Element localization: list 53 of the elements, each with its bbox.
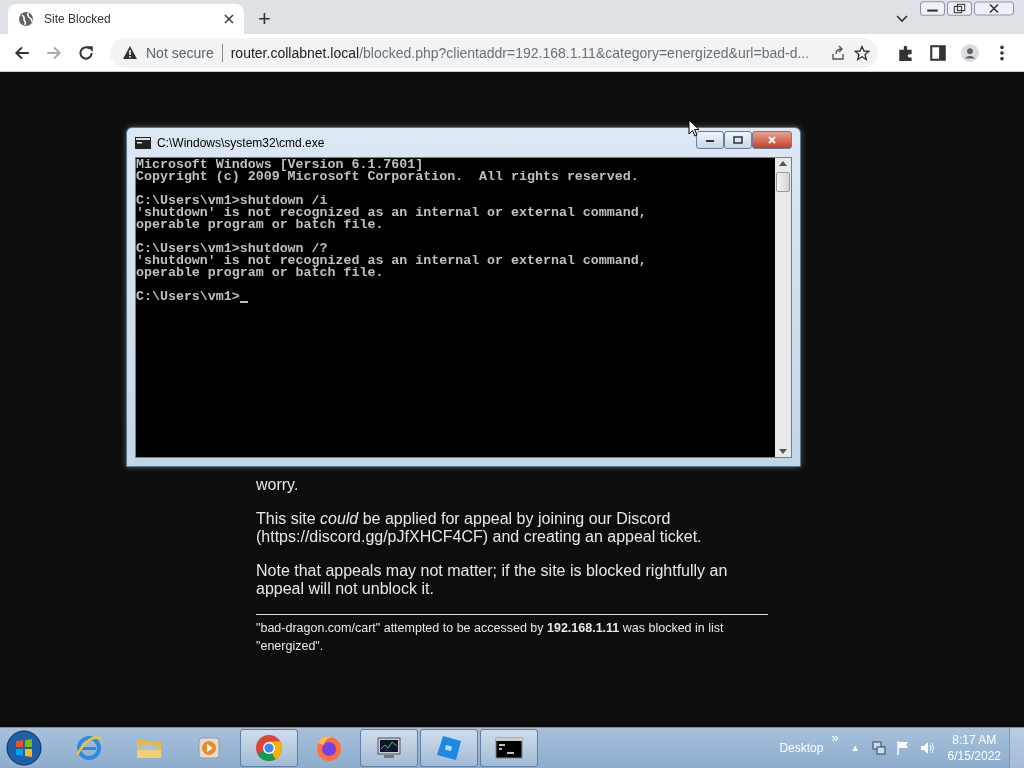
clock[interactable]: 8:17 AM 6/15/2022 bbox=[947, 732, 1001, 764]
browser-e-icon bbox=[74, 733, 104, 763]
close-icon bbox=[767, 136, 777, 144]
scrollbar[interactable] bbox=[775, 158, 791, 457]
minimize-icon[interactable] bbox=[920, 1, 945, 16]
close-button[interactable] bbox=[752, 131, 792, 149]
maximize-button[interactable] bbox=[724, 131, 752, 149]
restore-icon[interactable] bbox=[947, 1, 972, 16]
scroll-thumb[interactable] bbox=[776, 172, 790, 192]
window-title: C:\Windows\system32\cmd.exe bbox=[157, 135, 325, 150]
new-tab-button[interactable]: + bbox=[258, 7, 271, 31]
block-footer: "bad-dragon.com/cart" attempted to be accessed by 192.168.1.11 was blocked in list "energized". bbox=[256, 619, 768, 655]
warning-icon bbox=[122, 44, 138, 61]
console-line: 'shutdown' is not recognized as an internal or external command, bbox=[136, 255, 647, 267]
chevron-down-icon[interactable] bbox=[896, 15, 908, 23]
share-icon[interactable] bbox=[830, 44, 846, 61]
toolbar-chevron[interactable]: » bbox=[831, 730, 839, 745]
console-line: C:\Users\vm1>shutdown /i bbox=[136, 195, 328, 207]
address-bar[interactable]: Not secure router.collabnet.local/blocked.php?clientaddr=192.168.1.11&category=energized&url=bad-d... bbox=[110, 37, 878, 68]
tab-title: Site Blocked bbox=[44, 12, 112, 26]
scroll-up-icon[interactable] bbox=[779, 161, 787, 166]
security-label: Not secure bbox=[146, 44, 214, 61]
start-button[interactable] bbox=[6, 730, 42, 766]
show-hidden-icons-button[interactable]: ▲ bbox=[850, 743, 860, 753]
globe-icon bbox=[18, 11, 34, 27]
console-line: C:\Users\vm1> bbox=[136, 291, 240, 303]
clock-date: 6/15/2022 bbox=[947, 748, 1001, 764]
desktop-toolbar-label[interactable]: Desktop bbox=[779, 741, 824, 755]
network-icon[interactable] bbox=[870, 740, 887, 756]
taskbar-button[interactable] bbox=[360, 729, 418, 767]
console-line: 'shutdown' is not recognized as an internal or external command, bbox=[136, 207, 647, 219]
notice-paragraph: worry. bbox=[256, 476, 300, 494]
browser-tab[interactable]: Site Blocked bbox=[8, 4, 244, 34]
taskbar-button[interactable] bbox=[480, 729, 538, 767]
maximize-icon bbox=[733, 136, 743, 144]
console-icon bbox=[135, 136, 151, 149]
notice-paragraph: This site could be applied for appeal by joining our Discord (https://discord.gg/pJfXHCF4CF) and creating an appeal ticket. bbox=[256, 510, 703, 546]
mouse-pointer-icon bbox=[688, 119, 700, 137]
console-line: operable program or batch file. bbox=[136, 219, 384, 231]
scroll-down-icon[interactable] bbox=[779, 449, 787, 454]
url-text: router.collabnet.local/blocked.php?clientaddr=192.168.1.11&category=energized&url=bad-d... bbox=[230, 44, 811, 61]
minimize-button[interactable] bbox=[696, 131, 724, 149]
notice-paragraph: Note that appeals may not matter; if the site is blocked rightfully an appeal will not unblock it. bbox=[256, 562, 729, 598]
chrome-icon bbox=[254, 733, 284, 763]
star-icon[interactable] bbox=[854, 44, 870, 61]
console-line: Copyright (c) 2009 Microsoft Corporation. All rights reserved. bbox=[136, 171, 639, 183]
console-line: Microsoft Windows [Version 6.1.7601] bbox=[136, 159, 424, 171]
console-line: operable program or batch file. bbox=[136, 267, 384, 279]
close-icon[interactable] bbox=[974, 1, 1014, 16]
text-cursor bbox=[239, 301, 248, 303]
clock-time: 8:17 AM bbox=[952, 732, 997, 748]
close-tab-icon[interactable] bbox=[224, 14, 234, 24]
console-line: C:\Users\vm1>shutdown /? bbox=[136, 243, 328, 255]
